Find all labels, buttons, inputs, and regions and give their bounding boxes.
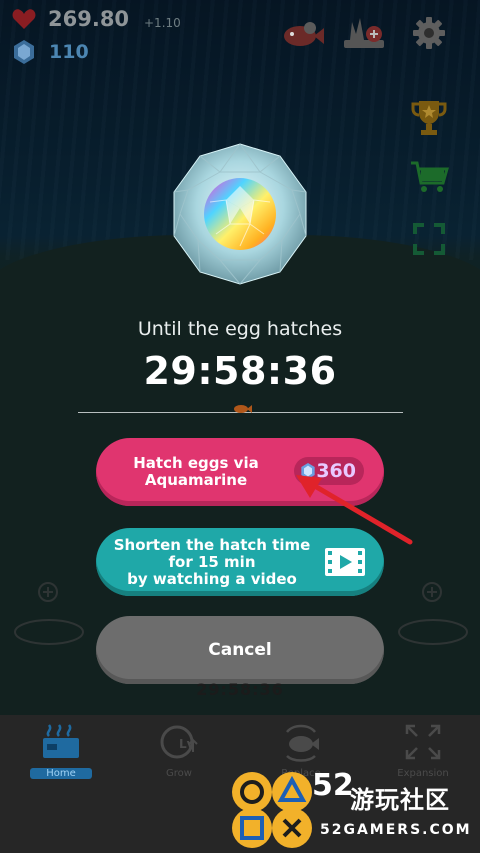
fish-shop-icon[interactable] (280, 18, 326, 52)
nav-item-grow[interactable]: Lv Grow (134, 722, 224, 779)
nav-label-home: Home (30, 768, 92, 779)
watermark-site: 52GAMERS.COM (320, 822, 472, 838)
hatch-countdown-timer: 29:58:36 (143, 349, 337, 393)
aquarium-icon (43, 724, 79, 758)
aquamarine-gem-icon (14, 40, 34, 64)
video-film-icon (325, 548, 365, 576)
settings-gear-icon[interactable] (410, 14, 448, 52)
shop-cart-icon[interactable] (408, 156, 450, 198)
nav-item-home[interactable]: Home (16, 722, 106, 779)
hatch-countdown-label: Until the egg hatches (137, 318, 343, 340)
nav-label-grow: Grow (166, 768, 192, 779)
decoration-shop-icon[interactable] (340, 14, 390, 52)
video-button-line-2: for 15 min (168, 552, 256, 571)
egg-icon (173, 143, 307, 285)
background-egg-timer: 29:58:36 (196, 680, 284, 699)
fullscreen-icon[interactable] (408, 218, 450, 260)
watermark-chinese: 游玩社区 (350, 786, 450, 814)
video-button-line-1: Shorten the hatch time (113, 535, 311, 554)
gems-value: 110 (49, 41, 89, 63)
hearts-value: 269.80 (48, 7, 130, 31)
hatch-button-line-1: Hatch eggs via (133, 454, 259, 472)
hatch-button-line-2: Aquamarine (144, 471, 248, 489)
watch-video-shorten-button[interactable]: Shorten the hatch time for 15 min by wat… (96, 528, 384, 596)
hearts-rate: +1.10 (144, 16, 181, 30)
hatch-button-text: Hatch eggs via Aquamarine (96, 455, 296, 489)
watermark-number: 52 (312, 768, 354, 803)
video-button-line-3: by watching a video (127, 569, 297, 588)
cancel-button[interactable]: Cancel (96, 616, 384, 684)
video-button-text: Shorten the hatch time for 15 min by wat… (102, 535, 322, 588)
watermark-logo-icon (232, 772, 312, 848)
nav-item-expansion[interactable]: Expansion (378, 722, 468, 779)
level-up-icon: Lv (160, 725, 198, 759)
small-fish (234, 405, 252, 413)
expand-icon (405, 724, 441, 760)
gems-counter: 110 (12, 39, 89, 65)
nav-label-expansion: Expansion (397, 768, 449, 779)
fish-swap-icon (286, 724, 319, 762)
trophy-icon[interactable] (408, 96, 450, 138)
hearts-counter: 269.80 (12, 7, 129, 31)
heart-icon (12, 9, 36, 29)
